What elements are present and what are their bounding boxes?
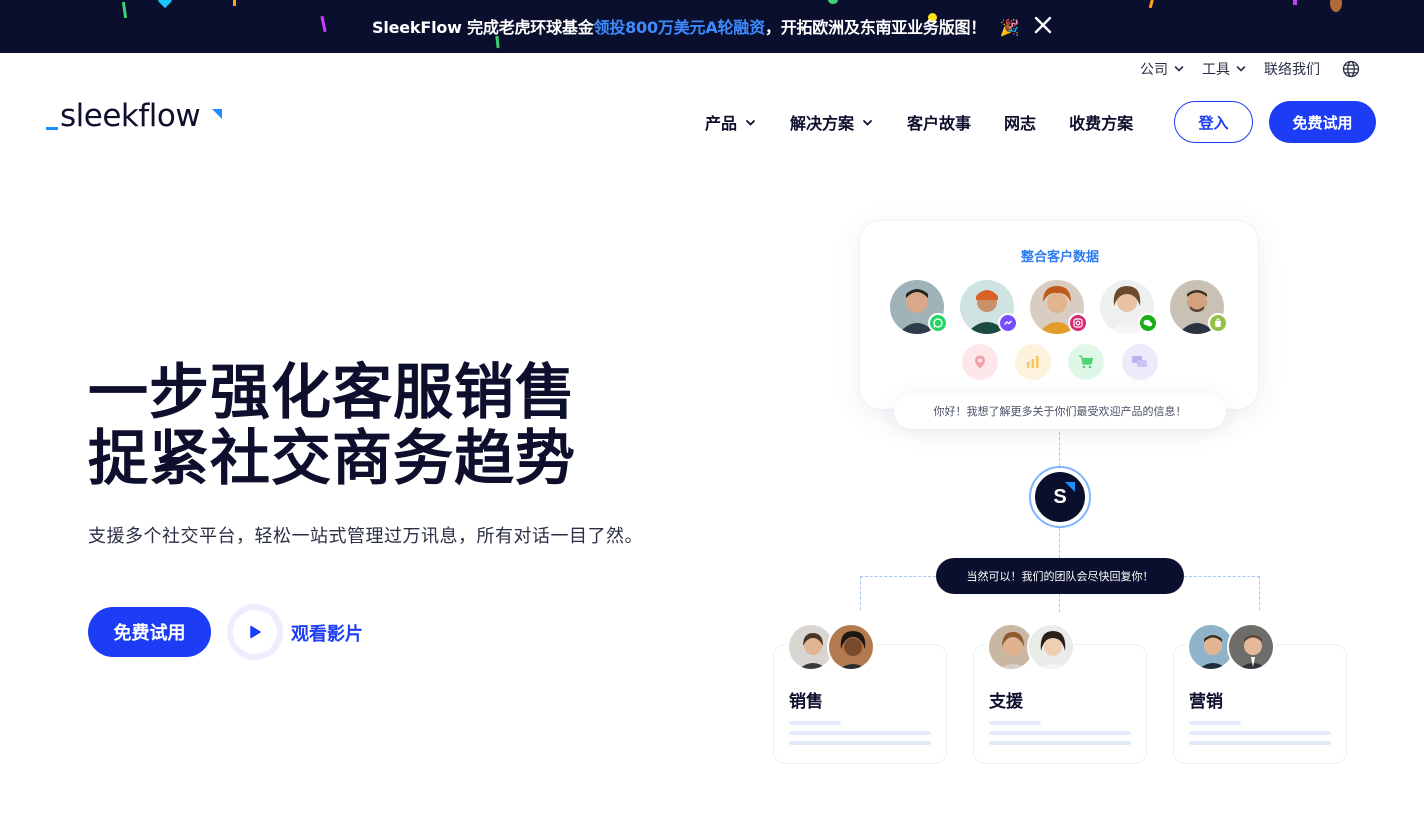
nav-pricing[interactable]: 收费方案 <box>1069 110 1133 134</box>
confetti-decoration <box>157 0 173 9</box>
location-icon <box>962 344 998 380</box>
nav-label: 网志 <box>1004 114 1037 133</box>
team-label: 支援 <box>989 692 1023 712</box>
placeholder-line <box>989 721 1041 725</box>
connector-line <box>1059 594 1060 612</box>
wechat-icon <box>1138 313 1158 333</box>
hero-title-line: 捉紧社交商务趋势 <box>88 424 576 494</box>
util-nav-contact[interactable]: 联络我们 <box>1264 59 1320 79</box>
nav-solutions[interactable]: 解决方案 <box>790 110 873 134</box>
placeholder-line <box>1189 731 1331 735</box>
util-nav-label: 公司 <box>1140 62 1168 78</box>
watch-video-link[interactable]: 观看影片 <box>291 620 363 646</box>
team-member-avatar <box>827 623 875 671</box>
logo-triangle-icon <box>1065 482 1075 492</box>
util-nav-tools[interactable]: 工具 <box>1202 59 1246 79</box>
cart-icon <box>1068 344 1104 380</box>
whatsapp-icon <box>928 313 948 333</box>
shopify-icon <box>1208 313 1228 333</box>
nav-label: 产品 <box>705 114 738 133</box>
chevron-down-icon <box>1236 66 1246 72</box>
utility-nav: 公司 工具 联络我们 <box>1122 58 1360 80</box>
logo-underscore <box>46 127 58 130</box>
play-video-button[interactable] <box>227 604 283 660</box>
team-label: 营销 <box>1189 692 1223 712</box>
nav-label: 解决方案 <box>790 114 855 133</box>
placeholder-line <box>789 731 931 735</box>
announcement-suffix: ，开拓欧洲及东南亚业务版图！ <box>764 18 987 37</box>
hero-illustration: 整合客户数据 你好！我想了解更多关于你们最受欢迎产品的信息！ S 当然可以！我们… <box>760 210 1360 780</box>
confetti-decoration <box>121 1 128 19</box>
logo-text: sleekflow <box>60 98 201 134</box>
nav-products[interactable]: 产品 <box>705 110 756 134</box>
util-nav-label: 联络我们 <box>1264 62 1320 78</box>
free-trial-button[interactable]: 免费试用 <box>1269 101 1376 143</box>
hero-subtitle: 支援多个社交平台，轻松一站式管理过万讯息，所有对话一目了然。 <box>88 526 643 547</box>
confetti-decoration <box>1148 0 1155 9</box>
customer-data-title: 整合客户数据 <box>1020 250 1099 265</box>
customer-message-bubble: 你好！我想了解更多关于你们最受欢迎产品的信息！ <box>894 393 1226 429</box>
nav-label: 客户故事 <box>907 114 972 133</box>
connector-line <box>1059 528 1060 558</box>
util-nav-label: 工具 <box>1202 62 1230 78</box>
placeholder-line <box>989 741 1131 745</box>
nav-label: 收费方案 <box>1069 114 1134 133</box>
confetti-decoration <box>1293 0 1297 5</box>
messenger-icon <box>998 313 1018 333</box>
announcement-bar: SleekFlow 完成老虎环球基金领投800万美元A轮融资，开拓欧洲及东南亚业… <box>0 0 1424 53</box>
globe-icon[interactable] <box>1342 60 1360 78</box>
reply-message-bubble: 当然可以！我们的团队会尽快回复你！ <box>936 558 1184 594</box>
announcement-highlight-link[interactable]: 领投800万美元A轮融资 <box>594 18 766 37</box>
hero-title-line: 一步强化客服销售 <box>88 358 576 428</box>
hero-title: 一步强化客服销售 捉紧社交商务趋势 <box>88 360 576 492</box>
sleekflow-logo[interactable]: sleekflow <box>46 98 226 138</box>
close-icon[interactable] <box>1032 14 1054 36</box>
placeholder-line <box>1189 721 1241 725</box>
confetti-decoration <box>828 0 838 4</box>
placeholder-line <box>989 731 1131 735</box>
confetti-decoration <box>1330 0 1342 12</box>
login-button[interactable]: 登入 <box>1174 101 1253 143</box>
nav-blog[interactable]: 网志 <box>1004 110 1036 134</box>
chat-icon <box>1122 344 1158 380</box>
team-label: 销售 <box>789 692 823 712</box>
chevron-down-icon <box>746 119 755 126</box>
team-member-avatar <box>1227 623 1275 671</box>
instagram-icon <box>1068 313 1088 333</box>
nav-customer-stories[interactable]: 客户故事 <box>907 110 971 134</box>
customer-data-card: 整合客户数据 <box>859 220 1259 410</box>
chevron-down-icon <box>863 119 872 126</box>
announcement-prefix: SleekFlow 完成老虎环球基金 <box>372 18 594 37</box>
placeholder-line <box>1189 741 1331 745</box>
connector-line <box>1059 432 1060 466</box>
connector-line <box>1184 576 1260 610</box>
sleekflow-hub-icon: S <box>1029 466 1091 528</box>
placeholder-line <box>789 721 841 725</box>
logo-triangle-icon <box>212 109 222 119</box>
analytics-icon <box>1015 344 1051 380</box>
hub-logo: S <box>1035 472 1085 522</box>
play-icon <box>250 625 261 639</box>
team-member-avatar <box>1027 623 1075 671</box>
util-nav-company[interactable]: 公司 <box>1140 59 1184 79</box>
play-button-inner <box>233 610 277 654</box>
connector-line <box>860 576 936 610</box>
confetti-decoration <box>233 0 236 6</box>
hero-free-trial-button[interactable]: 免费试用 <box>88 607 211 657</box>
placeholder-line <box>789 741 931 745</box>
party-emoji-icon: 🎉 <box>999 18 1020 37</box>
chevron-down-icon <box>1174 66 1184 72</box>
main-nav: 产品 解决方案 客户故事 网志 收费方案 <box>705 110 1166 134</box>
announcement-text[interactable]: SleekFlow 完成老虎环球基金领投800万美元A轮融资，开拓欧洲及东南亚业… <box>372 14 1019 38</box>
confetti-decoration <box>320 15 327 33</box>
